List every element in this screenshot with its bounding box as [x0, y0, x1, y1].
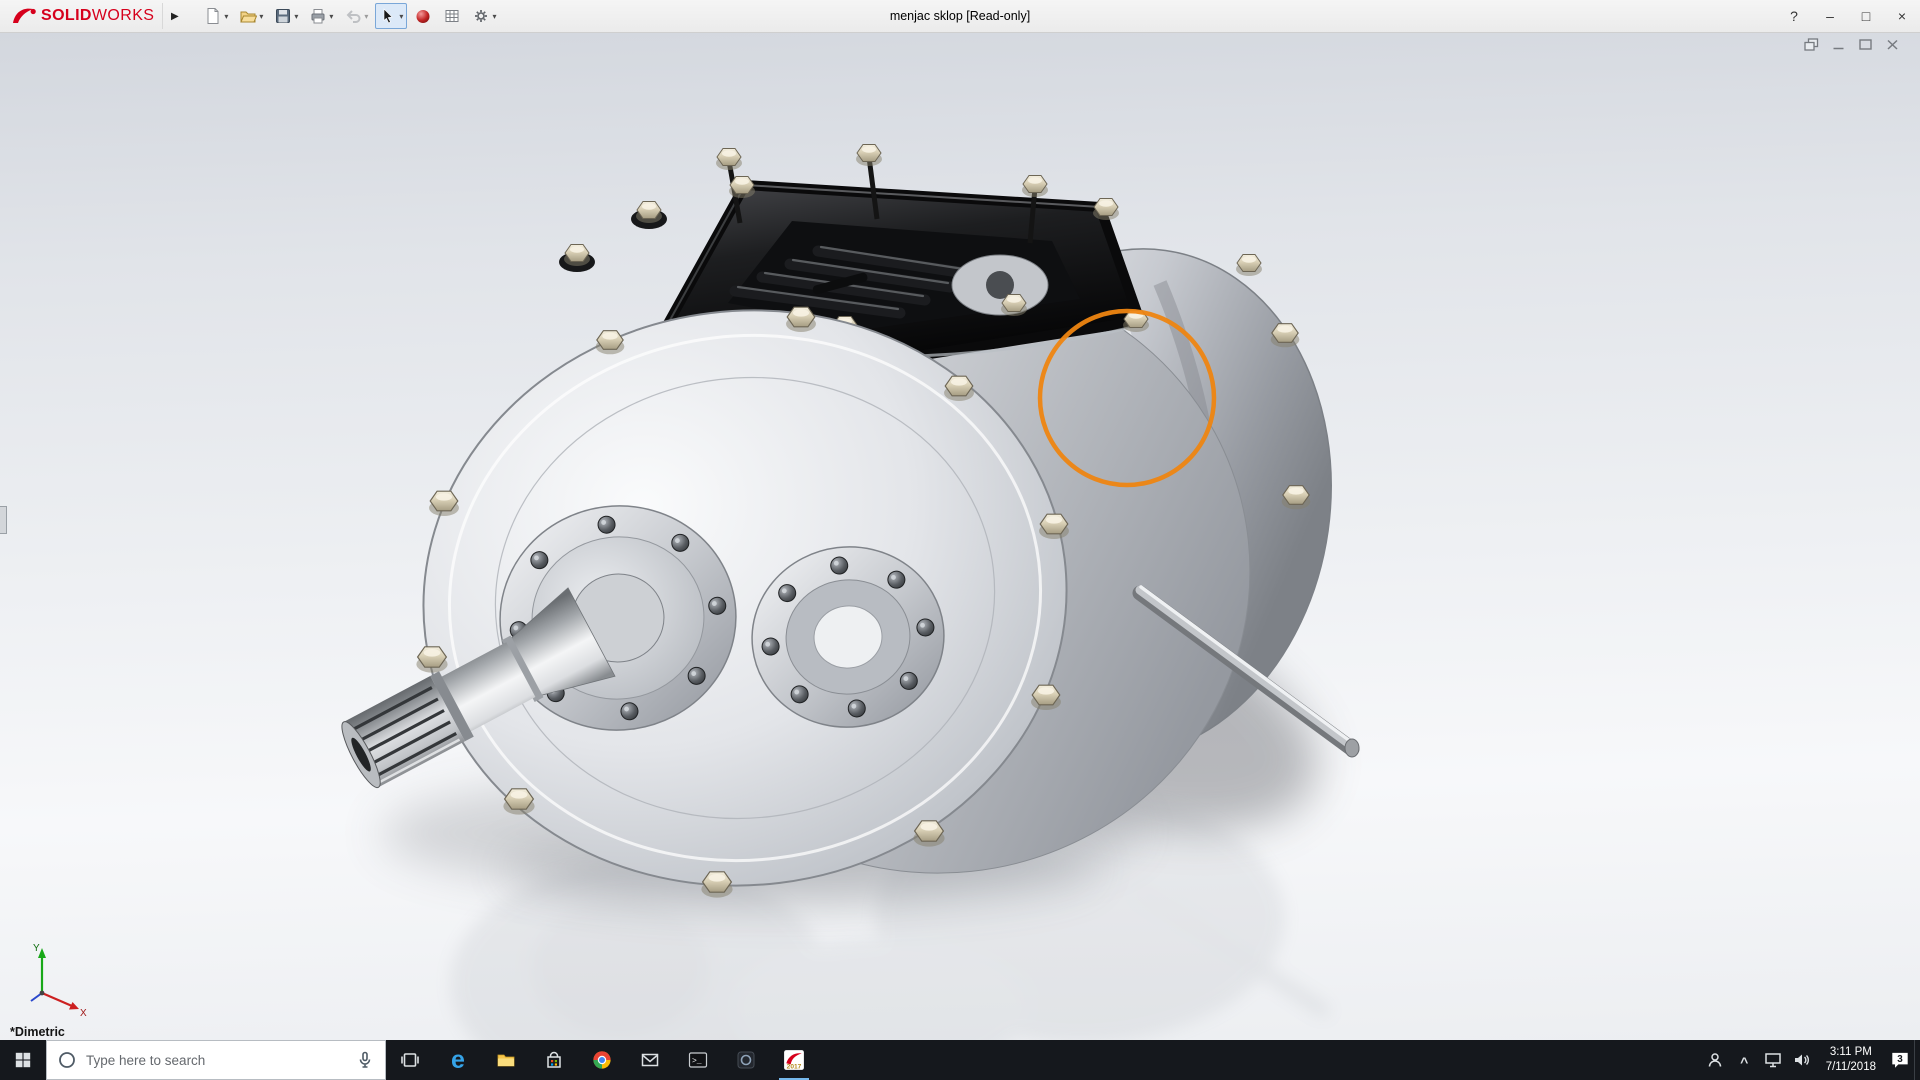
select-cursor-icon [379, 7, 397, 25]
app-titlebar: SOLIDWORKS ▶ ▾ ▾ ▾ [0, 0, 1920, 33]
minimize-button[interactable]: – [1812, 0, 1848, 32]
search-input[interactable] [86, 1053, 346, 1068]
document-window-controls [1804, 38, 1900, 51]
x-axis-label: X [80, 1008, 87, 1016]
system-tray: ^ 3:11 PM 7/11/2018 3 [1701, 1040, 1920, 1080]
new-document-button[interactable]: ▾ [200, 3, 232, 29]
svg-text:>_: >_ [692, 1057, 702, 1066]
gear-icon [472, 7, 490, 25]
show-desktop-button[interactable] [1914, 1040, 1920, 1080]
chrome-button[interactable] [578, 1040, 626, 1080]
mail-icon [640, 1050, 660, 1070]
windows-taskbar: e >_ [0, 1040, 1920, 1080]
clock-time: 3:11 PM [1826, 1045, 1876, 1060]
start-button[interactable] [0, 1040, 46, 1080]
table-icon [443, 7, 461, 25]
help-button[interactable]: ? [1776, 0, 1812, 32]
select-tool-button[interactable]: ▾ [375, 3, 407, 29]
menu-flyout-arrow[interactable]: ▶ [162, 3, 186, 29]
orientation-triad: Y X [20, 938, 92, 1016]
generic-app-button[interactable] [722, 1040, 770, 1080]
solidworks-menu[interactable]: SOLIDWORKS [0, 5, 162, 27]
new-document-icon [204, 7, 222, 25]
action-center-icon: 3 [1889, 1049, 1911, 1071]
undo-button[interactable]: ▾ [340, 3, 372, 29]
options-button[interactable]: ▾ [468, 3, 500, 29]
mail-button[interactable] [626, 1040, 674, 1080]
doc-minimize-icon[interactable] [1831, 38, 1846, 51]
save-icon [274, 7, 292, 25]
doc-maximize-icon[interactable] [1858, 38, 1873, 51]
chrome-icon [592, 1050, 612, 1070]
doc-close-icon[interactable] [1885, 38, 1900, 51]
brand-text: SOLIDWORKS [41, 7, 154, 25]
panel-splitter-handle[interactable] [0, 506, 7, 534]
microphone-icon[interactable] [355, 1050, 375, 1070]
cortana-icon [57, 1050, 77, 1070]
open-folder-icon [239, 7, 257, 25]
store-button[interactable] [530, 1040, 578, 1080]
edge-icon: e [451, 1048, 465, 1073]
file-explorer-icon [496, 1050, 516, 1070]
undo-icon [344, 7, 362, 25]
window-controls: ? – □ × [1776, 0, 1920, 32]
open-button[interactable]: ▾ [235, 3, 267, 29]
notification-badge: 3 [1897, 1054, 1903, 1065]
taskbar-clock[interactable]: 3:11 PM 7/11/2018 [1817, 1045, 1885, 1075]
gearbox-3d-model[interactable] [0, 33, 1920, 1040]
document-title: menjac sklop [Read-only] [890, 9, 1030, 23]
speaker-icon [1792, 1050, 1812, 1070]
solidworks-logo-icon [10, 5, 36, 27]
view-orientation-label: *Dimetric [10, 1025, 65, 1039]
print-icon [309, 7, 327, 25]
hidden-icons-button[interactable]: ^ [1730, 1040, 1759, 1080]
save-button[interactable]: ▾ [270, 3, 302, 29]
chevron-up-icon: ^ [1740, 1054, 1748, 1070]
appearance-button[interactable] [410, 3, 436, 29]
people-button[interactable] [1701, 1040, 1730, 1080]
flyout-arrow-icon: ▶ [171, 11, 179, 22]
network-button[interactable] [1759, 1040, 1788, 1080]
appearance-sphere-icon [414, 7, 432, 25]
quick-access-toolbar: ▾ ▾ ▾ ▾ ▾ [200, 3, 500, 29]
solidworks-app-icon: 2017 [783, 1049, 805, 1071]
svg-text:2017: 2017 [787, 1063, 802, 1070]
solidworks-app-button[interactable]: 2017 [770, 1040, 818, 1080]
terminal-icon: >_ [688, 1050, 708, 1070]
clock-date: 7/11/2018 [1826, 1060, 1876, 1075]
edge-button[interactable]: e [434, 1040, 482, 1080]
close-button[interactable]: × [1884, 0, 1920, 32]
volume-button[interactable] [1788, 1040, 1817, 1080]
y-axis-label: Y [33, 943, 40, 954]
design-table-button[interactable] [439, 3, 465, 29]
action-center-button[interactable]: 3 [1885, 1040, 1914, 1080]
terminal-button[interactable]: >_ [674, 1040, 722, 1080]
task-view-button[interactable] [386, 1040, 434, 1080]
graphics-area: Y X *Dimetric [0, 33, 1920, 1040]
maximize-button[interactable]: □ [1848, 0, 1884, 32]
taskbar-search[interactable] [46, 1040, 386, 1080]
generic-app-icon [736, 1050, 756, 1070]
people-icon [1705, 1050, 1725, 1070]
network-icon [1763, 1050, 1783, 1070]
file-explorer-button[interactable] [482, 1040, 530, 1080]
store-bag-icon [544, 1050, 564, 1070]
windows-logo-icon [14, 1051, 32, 1069]
print-button[interactable]: ▾ [305, 3, 337, 29]
task-view-icon [400, 1050, 420, 1070]
doc-restore-icon[interactable] [1804, 38, 1819, 51]
